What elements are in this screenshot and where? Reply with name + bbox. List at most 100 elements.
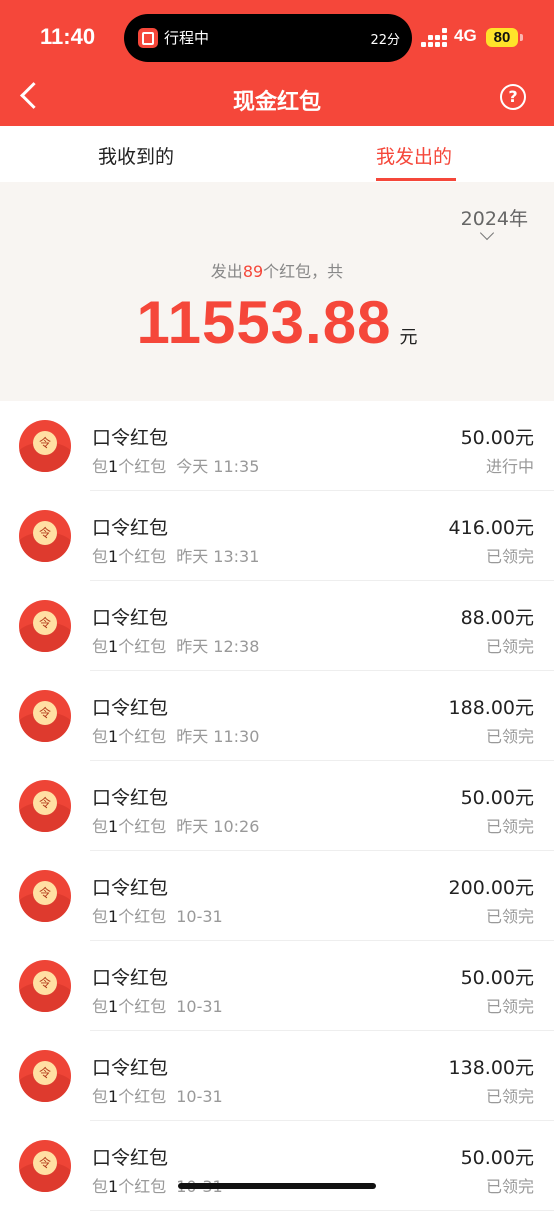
packet-post: 个红包 — [118, 727, 167, 746]
packet-detail: 包1个红包 昨天 11:30 — [92, 723, 259, 747]
packet-pre: 包 — [92, 547, 109, 566]
command-seal-icon: 令 — [33, 971, 57, 995]
packet-status: 已领完 — [485, 547, 534, 566]
red-packet-icon: 令 — [19, 870, 71, 922]
red-packet-icon: 令 — [19, 510, 71, 562]
packet-detail: 包1个红包 昨天 12:38 — [92, 633, 259, 657]
packet-pre: 包 — [92, 727, 109, 746]
packet-type: 口令红包 — [92, 517, 169, 539]
packet-detail: 包1个红包 昨天 13:31 — [92, 543, 259, 567]
sent-count: 89 — [242, 262, 264, 281]
packet-pre: 包 — [92, 637, 109, 656]
year-selector[interactable]: 2024年 — [461, 204, 528, 231]
packet-count: 1 — [108, 727, 119, 746]
list-item[interactable]: 令 口令红包 包1个红包 昨天 12:38 88.00元 已领完 — [0, 581, 554, 671]
packet-count: 1 — [108, 817, 119, 836]
packet-post: 个红包 — [118, 907, 167, 926]
tab-sent[interactable]: 我发出的 — [376, 142, 452, 169]
packet-status: 已领完 — [485, 727, 534, 746]
list-item[interactable]: 令 口令红包 包1个红包 10-31 200.00元 已领完 — [0, 851, 554, 941]
packet-time: 昨天 12:38 — [176, 637, 260, 656]
signal-icon — [421, 28, 449, 47]
packet-pre: 包 — [92, 1087, 109, 1106]
packet-post: 个红包 — [118, 1087, 167, 1106]
network-type: 4G — [454, 26, 477, 45]
packet-amount: 88.00元 — [460, 607, 534, 629]
total-value: 11553.88 — [136, 289, 392, 356]
sent-prefix: 发出 — [210, 262, 243, 281]
red-packet-list: 令口令红包 包1个红包 今天 11:35 50.00元 进行中令口令红包 包1个红包 昨天 … — [0, 401, 554, 1211]
list-item[interactable]: 令 口令红包包1个红包 10-31 50.00元已领完 — [0, 941, 554, 1031]
packet-count: 1 — [108, 997, 119, 1016]
packet-pre: 包 — [92, 817, 109, 836]
packet-amount: 50.00元 — [460, 787, 534, 809]
command-seal-icon: 令 — [33, 1151, 57, 1175]
packet-status: 已领完 — [485, 997, 534, 1016]
packet-type: 口令红包 — [92, 1057, 169, 1079]
red-packet-icon: 令 — [19, 690, 71, 742]
packet-pre: 包 — [92, 997, 109, 1016]
packet-type: 口令红包 — [92, 877, 169, 899]
command-seal-icon: 令 — [33, 701, 57, 725]
list-item[interactable]: 令 口令红包 包1个红包 10-31 138.00元 已领完 — [0, 1031, 554, 1121]
list-item[interactable]: 令 口令红包 包1个红包 今天 11:35 50.00元 进行中 — [0, 401, 554, 491]
total-amount: 11553.88 元 — [0, 288, 554, 357]
packet-count: 1 — [108, 457, 119, 476]
ride-app-icon — [138, 28, 158, 48]
packet-status: 进行中 — [485, 457, 534, 476]
island-eta: 22分 — [370, 33, 400, 48]
packet-time: 10-31 — [176, 997, 223, 1016]
packet-post: 个红包 — [118, 997, 167, 1016]
packet-time: 今天 11:35 — [176, 457, 260, 476]
total-unit: 元 — [399, 327, 418, 348]
command-seal-icon: 令 — [33, 1061, 57, 1085]
packet-type: 口令红包 — [92, 967, 169, 989]
packet-count: 1 — [108, 637, 119, 656]
packet-time: 昨天 11:30 — [176, 727, 260, 746]
red-packet-icon: 令 — [19, 780, 71, 832]
packet-pre: 包 — [92, 457, 109, 476]
summary-panel: 2024年 发出89个红包，共 11553.88 元 — [0, 182, 554, 401]
packet-detail: 包1个红包 10-31 — [92, 1083, 223, 1107]
red-packet-icon: 令 — [19, 960, 71, 1012]
packet-count: 1 — [108, 907, 119, 926]
command-seal-icon: 令 — [33, 791, 57, 815]
packet-count: 1 — [108, 1087, 119, 1106]
packet-detail: 包1个红包 昨天 10:26 — [92, 813, 259, 837]
packet-pre: 包 — [92, 1177, 109, 1196]
packet-time: 10-31 — [176, 1087, 223, 1106]
packet-status: 已领完 — [485, 907, 534, 926]
packet-status: 已领完 — [485, 1087, 534, 1106]
tab-received[interactable]: 我收到的 — [98, 142, 174, 169]
page-title: 现金红包 — [232, 90, 321, 115]
list-item[interactable]: 令 口令红包 包1个红包 昨天 13:31 416.00元 已领完 — [0, 491, 554, 581]
packet-amount: 50.00元 — [460, 1147, 534, 1169]
list-item[interactable]: 令 口令红包 包1个红包 昨天 10:26 50.00元 已领完 — [0, 761, 554, 851]
help-icon[interactable]: ? — [500, 84, 526, 110]
packet-detail: 包1个红包 今天 11:35 — [92, 453, 259, 477]
battery-tip — [520, 34, 523, 41]
sent-suffix: 个红包，共 — [263, 262, 344, 281]
red-packet-icon: 令 — [19, 1140, 71, 1192]
packet-post: 个红包 — [118, 457, 167, 476]
command-seal-icon: 令 — [33, 521, 57, 545]
battery-icon: 80 — [486, 28, 518, 47]
packet-time: 昨天 13:31 — [176, 547, 260, 566]
home-indicator[interactable] — [178, 1183, 376, 1189]
packet-count: 1 — [108, 1177, 119, 1196]
status-time: 11:40 — [40, 24, 96, 49]
list-item[interactable]: 令 口令红包 包1个红包 昨天 11:30 188.00元 已领完 — [0, 671, 554, 761]
packet-amount: 50.00元 — [460, 967, 534, 989]
packet-status: 已领完 — [485, 637, 534, 656]
packet-amount: 416.00元 — [448, 517, 534, 539]
packet-amount: 188.00元 — [448, 697, 534, 719]
list-item[interactable]: 令口令红包包1个红包10-3150.00元已领完 — [0, 1121, 554, 1211]
command-seal-icon: 令 — [33, 431, 57, 455]
packet-detail: 包1个红包 10-31 — [92, 993, 223, 1017]
dynamic-island[interactable]: 行程中 22分 — [124, 14, 412, 62]
packet-status: 已领完 — [485, 817, 534, 836]
packet-post: 个红包 — [118, 637, 167, 656]
red-packet-icon: 令 — [19, 420, 71, 472]
packet-count: 1 — [108, 547, 119, 566]
packet-amount: 50.00元 — [460, 427, 534, 449]
